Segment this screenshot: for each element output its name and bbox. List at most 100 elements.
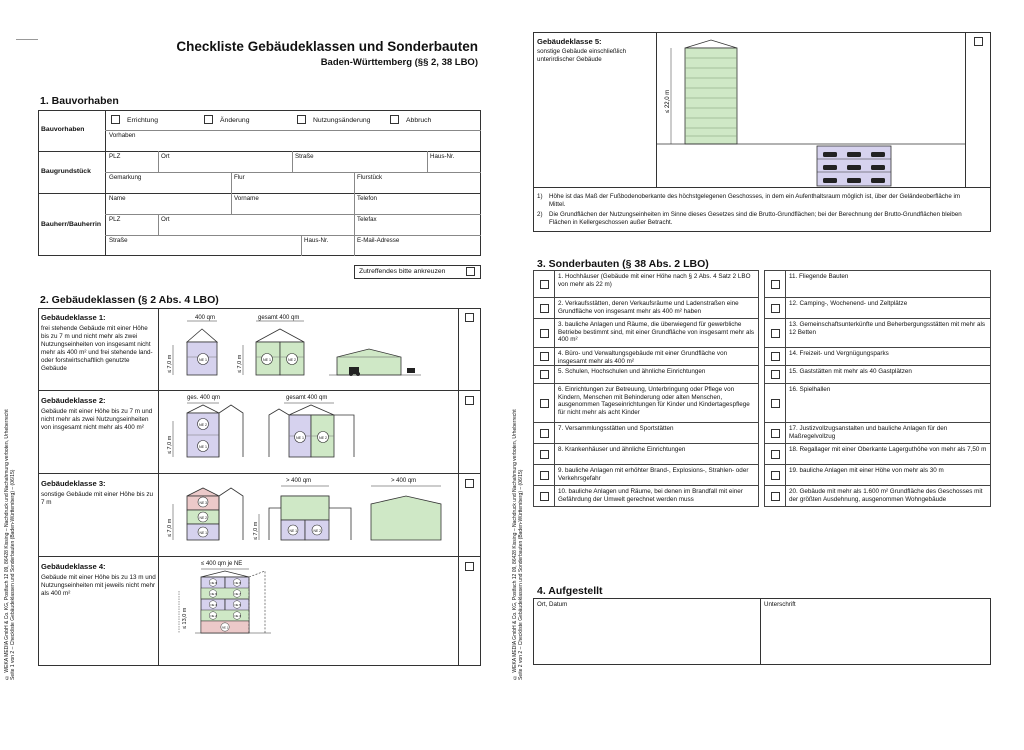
sonderbau-checkbox[interactable] xyxy=(539,303,549,313)
checkbox-nutzungsaenderung[interactable] xyxy=(297,115,306,124)
option-abbruch: Abbruch xyxy=(406,117,432,124)
col-line-flur xyxy=(231,172,232,193)
sonderbau-checkbox[interactable] xyxy=(770,470,780,480)
sonderbau-checkbox[interactable] xyxy=(770,428,780,438)
section1-heading: 1. Bauvorhaben xyxy=(40,95,119,107)
gk-check-col-line xyxy=(458,308,459,666)
side-note-left: © WEKA MEDIA GmbH & Co. KG, Postfach 12 … xyxy=(4,380,16,680)
field-strasse-bauherr[interactable]: Straße xyxy=(109,237,128,244)
field-email[interactable]: E-Mail-Adresse xyxy=(357,237,399,244)
field-plz-bauherr[interactable]: PLZ xyxy=(109,216,120,223)
gebaeudeklassen-illustrations: 400 qm NE 1 ≤ 7,0 m gesamt 400 qm NE 1 N… xyxy=(167,315,442,634)
checkbox-abbruch[interactable] xyxy=(390,115,399,124)
sonderbau-item: 13. Gemeinschaftsunterkünfte und Beherbe… xyxy=(764,318,991,348)
aufgestellt-col-line xyxy=(760,598,761,665)
sonderbau-item: 20. Gebäude mit mehr als 1.600 m² Grundf… xyxy=(764,485,991,507)
gk1-ne1: NE 1 xyxy=(199,358,207,362)
zutreffendes-checkbox[interactable] xyxy=(466,267,475,276)
gk1-height: ≤ 7,0 m xyxy=(167,354,173,373)
field-unterschrift[interactable]: Unterschrift xyxy=(764,601,796,608)
checkbox-aenderung[interactable] xyxy=(204,115,213,124)
sonderbau-checkbox[interactable] xyxy=(539,449,549,459)
field-ort[interactable]: Ort xyxy=(161,153,170,160)
aufgestellt-frame xyxy=(533,598,991,665)
field-flur[interactable]: Flur xyxy=(234,174,245,181)
sonderbau-checkbox[interactable] xyxy=(539,428,549,438)
sonderbau-checkbox[interactable] xyxy=(539,352,549,361)
page-title: Checkliste Gebäudeklassen und Sonderbaut… xyxy=(176,39,478,54)
section2-heading: 2. Gebäudeklassen (§ 2 Abs. 4 LBO) xyxy=(40,294,219,306)
sonderbau-text: 14. Freizeit- und Vergnügungsparks xyxy=(789,350,889,357)
gk4-ne6: NE 6 xyxy=(211,592,218,596)
field-name[interactable]: Name xyxy=(109,195,126,202)
sonderbau-checkbox[interactable] xyxy=(770,398,780,408)
field-strasse[interactable]: Straße xyxy=(295,153,314,160)
checkbox-errichtung[interactable] xyxy=(111,115,120,124)
field-vorname[interactable]: Vorname xyxy=(234,195,259,202)
gk4-ne9: NE 9 xyxy=(211,581,218,585)
sonderbau-item: 7. Versammlungsstätten und Sportstätten xyxy=(533,422,759,444)
sonderbau-checkbox[interactable] xyxy=(770,370,780,379)
sonderbau-text: 4. Büro- und Verwaltungsgebäude mit eine… xyxy=(558,350,728,365)
field-hausnr-bauherr[interactable]: Haus-Nr. xyxy=(304,237,328,244)
sonderbau-item: 6. Einrichtungen zur Betreuung, Unterbri… xyxy=(533,383,759,423)
field-telefon[interactable]: Telefon xyxy=(357,195,377,202)
gk3-h2-ne2: NE 2 xyxy=(314,529,322,533)
gk2-illustration: ges. 400 qm NE 2 NE 1 ≤ 7,0 m gesamt 400… xyxy=(167,395,355,458)
gk3-ne3: NE 3 xyxy=(200,501,208,505)
gk3-checkbox[interactable] xyxy=(465,479,474,488)
gk3-h2-ne1: NE 1 xyxy=(290,529,298,533)
sonderbau-checkbox[interactable] xyxy=(539,279,549,289)
gk4-ne7: NE 7 xyxy=(235,592,242,596)
row-line-c xyxy=(105,214,481,215)
gk3-text: Gebäudeklasse 3: sonstige Gebäude mit ei… xyxy=(41,479,156,507)
sonderbau-checkbox[interactable] xyxy=(539,491,549,501)
field-telefax[interactable]: Telefax xyxy=(357,216,377,223)
col-line-ort2 xyxy=(158,214,159,235)
sonderbau-checkbox[interactable] xyxy=(770,491,780,501)
sonderbau-item: 18. Regallager mit einer Oberkante Lager… xyxy=(764,443,991,465)
gk1-h2-ne1: NE 1 xyxy=(263,358,271,362)
gk2-checkbox[interactable] xyxy=(465,396,474,405)
field-flurstueck[interactable]: Flurstück xyxy=(357,174,382,181)
gk1-text: Gebäudeklasse 1: frei stehende Gebäude m… xyxy=(41,313,156,373)
gk4-checkbox[interactable] xyxy=(465,562,474,571)
section3-heading: 3. Sonderbauten (§ 38 Abs. 2 LBO) xyxy=(537,258,709,270)
row-line-d xyxy=(105,235,481,236)
sonderbau-checkbox[interactable] xyxy=(539,328,549,338)
side-note-right: © WEKA MEDIA GmbH & Co. KG, Postfach 12 … xyxy=(512,380,524,680)
gk1-house-1: 400 qm NE 1 ≤ 7,0 m xyxy=(167,315,219,376)
sonderbau-checkbox-cell xyxy=(534,384,555,422)
sonderbau-checkbox-cell xyxy=(765,444,786,464)
field-vorhaben[interactable]: Vorhaben xyxy=(109,132,136,139)
sonderbau-item: 14. Freizeit- und Vergnügungsparks xyxy=(764,347,991,366)
sonderbau-checkbox[interactable] xyxy=(539,398,549,408)
gk2-title: Gebäudeklasse 2: xyxy=(41,396,106,405)
sonderbau-checkbox[interactable] xyxy=(770,328,780,338)
gk1-height-2: ≤ 7,0 m xyxy=(237,354,243,373)
sonderbau-checkbox[interactable] xyxy=(539,370,549,379)
gk4-height: ≤ 13,0 m xyxy=(182,607,188,629)
field-ort-datum[interactable]: Ort, Datum xyxy=(537,601,567,608)
sonderbau-checkbox-cell xyxy=(765,465,786,485)
gk1-checkbox[interactable] xyxy=(465,313,474,322)
gk3-illustration: NE 3 NE 2 NE 1 ≤ 7,0 m > 400 qm NE 1 NE … xyxy=(167,478,442,541)
gk2-ne1: NE 1 xyxy=(199,445,207,449)
field-ort-bauherr[interactable]: Ort xyxy=(161,216,170,223)
field-plz[interactable]: PLZ xyxy=(109,153,120,160)
sonderbau-checkbox[interactable] xyxy=(770,352,780,361)
gk5-checkbox[interactable] xyxy=(974,37,983,46)
sonderbau-checkbox[interactable] xyxy=(539,470,549,480)
sonderbau-checkbox-cell xyxy=(534,319,555,347)
sonderbau-checkbox-cell xyxy=(765,366,786,383)
col-line-hausnr xyxy=(427,151,428,172)
sonderbau-checkbox[interactable] xyxy=(770,449,780,459)
gk4-text: Gebäudeklasse 4: Gebäude mit einer Höhe … xyxy=(41,562,156,598)
sonderbau-checkbox[interactable] xyxy=(770,303,780,313)
field-gemarkung[interactable]: Gemarkung xyxy=(109,174,141,181)
sonderbau-checkbox[interactable] xyxy=(770,279,780,289)
sonderbau-item: 4. Büro- und Verwaltungsgebäude mit eine… xyxy=(533,347,759,366)
field-hausnr[interactable]: Haus-Nr. xyxy=(430,153,454,160)
sonderbau-checkbox-cell xyxy=(765,384,786,422)
gk4-ne5: NE 5 xyxy=(235,603,242,607)
